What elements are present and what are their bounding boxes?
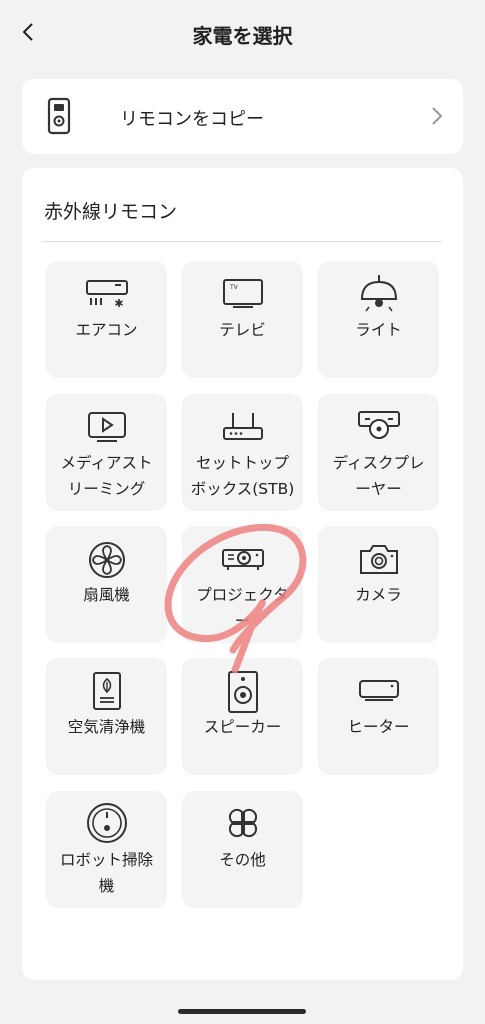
device-tile-robot-vacuum[interactable]: ロボット掃除 機 xyxy=(46,791,167,908)
device-label: ヒーター xyxy=(347,718,410,736)
heater-icon xyxy=(358,680,399,701)
header: 家電を選択 xyxy=(0,0,485,66)
copy-remote-button[interactable]: リモコンをコピー xyxy=(22,79,463,154)
page-title: 家電を選択 xyxy=(192,24,293,48)
device-label: ライト xyxy=(355,321,402,339)
media-streaming-icon xyxy=(87,412,126,442)
copy-remote-label: リモコンをコピー xyxy=(120,109,264,130)
device-tile-other[interactable]: その他 xyxy=(182,791,303,908)
device-label: ロボット掃除 機 xyxy=(59,851,153,895)
device-tile-air-conditioner[interactable]: ✱ エアコン xyxy=(46,261,167,378)
device-tile-projector[interactable]: プロジェクタ ー xyxy=(182,526,303,643)
chevron-right-icon xyxy=(432,107,443,125)
home-indicator xyxy=(178,1009,306,1014)
device-tile-fan[interactable]: 扇風機 xyxy=(46,526,167,643)
divider xyxy=(42,241,442,242)
device-label: プロジェクタ ー xyxy=(196,586,289,630)
svg-text:✱: ✱ xyxy=(114,297,123,307)
ir-remote-section: 赤外線リモコン ✱ エアコン TV テレビ ライト メディアスト リーミング セ… xyxy=(22,168,463,980)
device-label: メディアスト リーミング xyxy=(60,454,153,498)
speaker-icon xyxy=(227,671,258,713)
device-label: テレビ xyxy=(219,321,266,339)
fan-icon xyxy=(88,542,125,578)
device-tile-tv[interactable]: TV テレビ xyxy=(182,261,303,378)
device-tile-light[interactable]: ライト xyxy=(318,261,439,378)
air-conditioner-icon: ✱ xyxy=(85,280,128,307)
air-purifier-icon xyxy=(92,672,121,710)
device-label: 扇風機 xyxy=(83,586,130,604)
device-label: 空気清浄機 xyxy=(67,718,146,736)
device-tile-speaker[interactable]: スピーカー xyxy=(182,658,303,775)
device-label: その他 xyxy=(219,851,266,869)
projector-icon xyxy=(221,549,264,570)
set-top-box-icon xyxy=(222,413,263,440)
device-tile-disc-player[interactable]: ディスクプレ ーヤー xyxy=(318,394,439,511)
device-tile-set-top-box[interactable]: セットトップ ボックス(STB) xyxy=(182,394,303,511)
device-tile-media-streaming[interactable]: メディアスト リーミング xyxy=(46,394,167,511)
device-label: エアコン xyxy=(75,321,138,339)
device-label: カメラ xyxy=(355,586,402,604)
other-icon xyxy=(228,808,257,838)
section-title: 赤外線リモコン xyxy=(44,201,178,223)
device-tile-heater[interactable]: ヒーター xyxy=(318,658,439,775)
device-label: セットトップ ボックス(STB) xyxy=(190,454,295,498)
svg-text:TV: TV xyxy=(229,284,239,291)
device-label: スピーカー xyxy=(203,718,282,736)
device-label: ディスクプレ ーヤー xyxy=(332,454,425,498)
device-tile-camera[interactable]: カメラ xyxy=(318,526,439,643)
remote-icon xyxy=(47,97,71,135)
camera-icon xyxy=(359,545,398,574)
tv-icon: TV xyxy=(222,279,263,308)
device-tile-air-purifier[interactable]: 空気清浄機 xyxy=(46,658,167,775)
disc-player-icon xyxy=(357,411,400,439)
robot-vacuum-icon xyxy=(86,803,127,843)
light-icon xyxy=(360,275,397,312)
